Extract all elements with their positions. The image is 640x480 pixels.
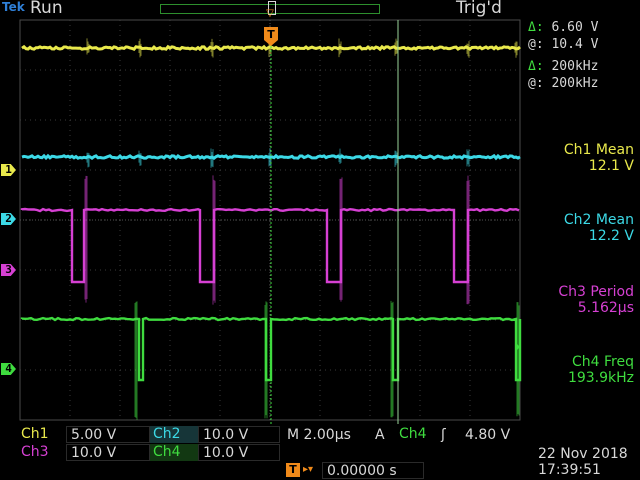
cursor-delta-frequency: Δ: 200kHz <box>528 59 598 74</box>
ch1-mean-label: Ch1 Mean <box>514 142 634 158</box>
ch2-marker-label: 2 <box>5 212 12 225</box>
trigger-position-marker[interactable]: T <box>264 27 278 46</box>
ch1-label[interactable]: Ch1 <box>18 426 66 443</box>
ch4-scale[interactable]: 10.0 V <box>198 444 280 461</box>
trigger-source[interactable]: Ch4 <box>396 426 436 443</box>
trigger-mode: A <box>370 426 394 443</box>
trigger-position-icon-label: T <box>286 463 300 477</box>
ch2-label[interactable]: Ch2 <box>150 426 198 443</box>
delta-frequency-value: 200kHz <box>551 59 598 74</box>
at-frequency-value: 200kHz <box>551 76 598 91</box>
ch1-scale[interactable]: 5.00 V <box>66 426 150 443</box>
expansion-point-marker: ▽ <box>266 8 274 19</box>
delta-icon: Δ: <box>528 20 544 35</box>
at-icon: @: <box>528 76 544 91</box>
trigger-level[interactable]: 4.80 V <box>460 426 526 443</box>
at-icon: @: <box>528 37 544 52</box>
ch2-scale[interactable]: 10.0 V <box>198 426 280 443</box>
delta-voltage-value: 6.60 V <box>551 20 598 35</box>
time: 17:39:51 <box>538 462 601 478</box>
date: 22 Nov 2018 <box>538 446 628 462</box>
ch3-marker-label: 3 <box>5 263 12 276</box>
cursor-at-frequency: @: 200kHz <box>528 76 598 91</box>
ch3-period-label: Ch3 Period <box>514 284 634 300</box>
trigger-marker-label: T <box>267 28 275 41</box>
ch3-period-value: 5.162µs <box>514 300 634 316</box>
timebase-setting[interactable]: M 2.00µs <box>282 426 368 443</box>
trigger-position-icon: T <box>286 463 300 477</box>
ch1-marker-label: 1 <box>5 163 12 176</box>
ch3-scale[interactable]: 10.0 V <box>66 444 150 461</box>
ch1-mean-value: 12.1 V <box>514 158 634 174</box>
cursor-delta-voltage: Δ: 6.60 V <box>528 20 598 35</box>
delta-icon: Δ: <box>528 59 544 74</box>
ch4-freq-label: Ch4 Freq <box>514 354 634 370</box>
ch4-label[interactable]: Ch4 <box>150 444 198 461</box>
ch2-mean-value: 12.2 V <box>514 228 634 244</box>
ch4-marker-label: 4 <box>5 362 12 375</box>
trigger-delay-arrow-icon: ▸▾ <box>303 464 313 475</box>
ch2-mean-label: Ch2 Mean <box>514 212 634 228</box>
ch3-label[interactable]: Ch3 <box>18 444 66 461</box>
cursor-at-voltage: @: 10.4 V <box>528 37 598 52</box>
trigger-slope-icon[interactable]: ʃ <box>436 426 456 443</box>
ch4-freq-value: 193.9kHz <box>514 370 634 386</box>
at-voltage-value: 10.4 V <box>551 37 598 52</box>
trigger-position-value[interactable]: 0.00000 s <box>322 462 424 479</box>
